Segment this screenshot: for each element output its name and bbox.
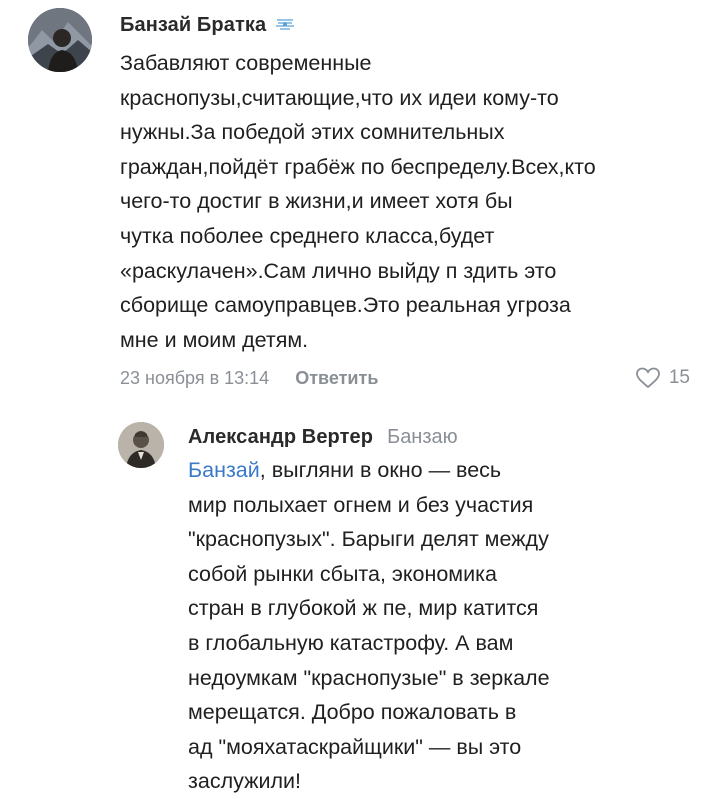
mention-link[interactable]: Банзай <box>188 458 260 482</box>
avatar[interactable] <box>28 8 92 72</box>
heart-icon <box>635 367 660 389</box>
reply-button[interactable]: Ответить <box>295 368 378 389</box>
club-badge-icon <box>274 17 296 33</box>
comment-text: Забавляют современные краснопузы,считающ… <box>120 51 596 352</box>
author-name[interactable]: Александр Вертер <box>188 426 373 449</box>
reply-to-label[interactable]: Банзаю <box>387 426 458 449</box>
comment-meta: 23 ноября в 13:14 Ответить 15 <box>120 363 690 393</box>
author-name[interactable]: Банзай Братка <box>120 14 266 37</box>
timestamp: 23 ноября в 13:14 <box>120 367 270 388</box>
comment-text: Банзай, выгляни в окно — весь мир полыха… <box>188 458 550 794</box>
avatar[interactable] <box>118 422 164 468</box>
like-button[interactable]: 15 <box>635 366 690 390</box>
like-count: 15 <box>668 367 690 389</box>
